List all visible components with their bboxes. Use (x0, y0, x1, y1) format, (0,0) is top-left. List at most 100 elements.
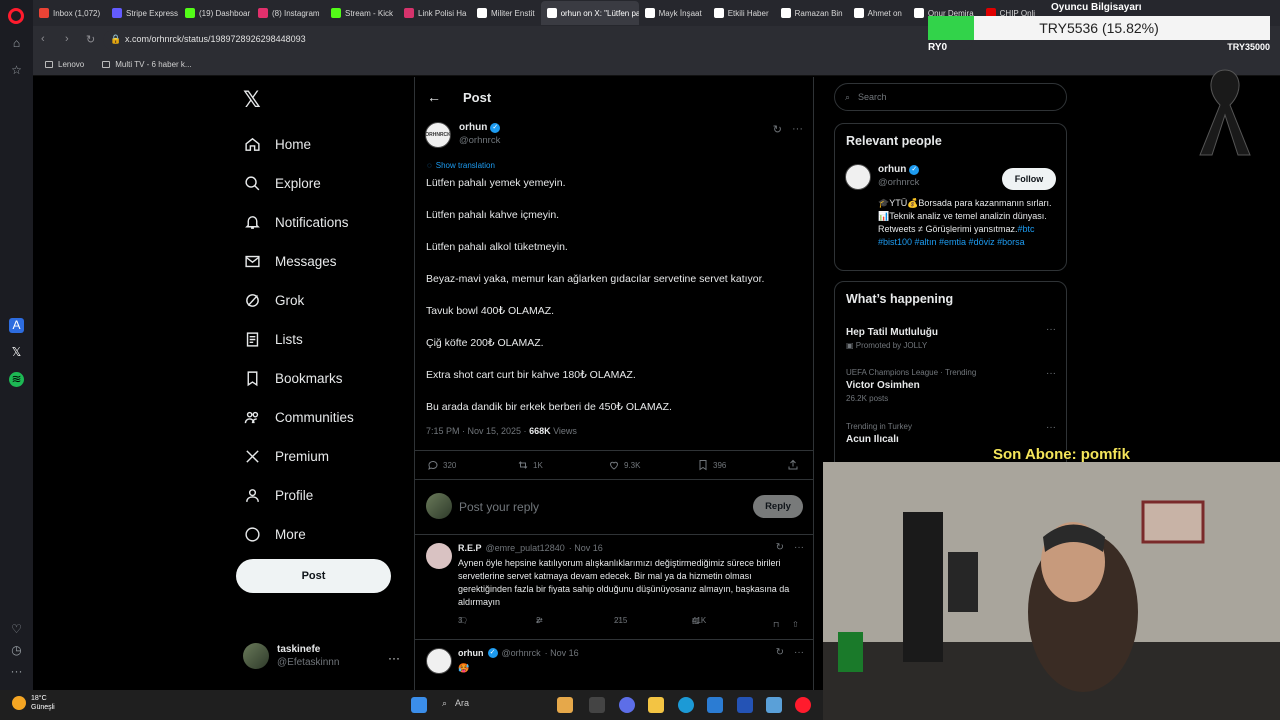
store-icon[interactable] (707, 697, 723, 713)
author-avatar[interactable]: ORHNRCK (425, 122, 451, 148)
tab-4[interactable]: Stream - Kick (325, 1, 398, 25)
reply-item[interactable]: R.E.P @emre_pulat12840 · Nov 16 ↻ ··· Ayn… (415, 535, 814, 640)
bookmark-icon[interactable]: ⊓ (773, 620, 779, 629)
author-handle[interactable]: @orhnrck (459, 135, 500, 146)
author-name[interactable]: orhun (459, 122, 487, 133)
nav-lists[interactable]: Lists (243, 320, 354, 359)
nav-bookmarks[interactable]: Bookmarks (243, 359, 354, 398)
whats-happening-title: What’s happening (846, 292, 954, 306)
avatar[interactable] (845, 164, 871, 190)
nav-communities[interactable]: Communities (243, 398, 354, 437)
account-more-icon[interactable]: ··· (388, 651, 400, 665)
home-icon (243, 136, 261, 154)
post-button[interactable]: Post (236, 559, 391, 593)
opera-logo-icon[interactable] (8, 8, 24, 24)
trend-item[interactable]: UEFA Champions League · Trending Victor … (846, 368, 1056, 403)
bookmark-multitv[interactable]: Multi TV - 6 haber k... (102, 60, 192, 69)
more-icon[interactable]: ··· (1046, 368, 1056, 379)
tab-3[interactable]: (8) Instagram (252, 1, 325, 25)
tab-7[interactable]: orhun on X: "Lütfen pah (540, 1, 639, 25)
avatar[interactable] (426, 648, 452, 674)
like-stat[interactable]: 9.3K (608, 459, 640, 471)
search-icon: ⌕ (845, 91, 851, 102)
more-icon[interactable]: ··· (1046, 422, 1056, 433)
reply-author-name[interactable]: orhun (458, 648, 484, 658)
weather-app-icon[interactable] (766, 697, 782, 713)
reply-author-handle[interactable]: @orhnrck (502, 648, 541, 658)
x-app-icon[interactable]: 𝕏 (9, 345, 24, 360)
outlook-icon[interactable] (737, 697, 753, 713)
reply-item[interactable]: orhun ✓ @orhnrck · Nov 16 ↻ ··· 🥵 (415, 640, 814, 690)
nav-home[interactable]: Home (243, 125, 354, 164)
nav-explore[interactable]: Explore (243, 164, 354, 203)
more-icon[interactable]: ··· (794, 647, 804, 658)
reply-input[interactable]: Post your reply (459, 500, 539, 514)
post-author[interactable]: ORHNRCK orhun ✓ @orhnrck (425, 122, 501, 148)
nav-messages[interactable]: Messages (243, 242, 354, 281)
person-handle[interactable]: @orhnrck (878, 177, 919, 188)
show-translation-link[interactable]: ◌ Show translation (427, 161, 495, 170)
tab-5[interactable]: Link Polisi Ha (398, 1, 471, 25)
url-text[interactable]: x.com/orhnrck/status/1989728926298448093 (125, 34, 306, 44)
explorer-icon[interactable] (648, 697, 664, 713)
grok-icon[interactable]: ↻ (776, 647, 784, 658)
tab-0[interactable]: Inbox (1,072) (33, 1, 106, 25)
more-icon[interactable]: ··· (794, 542, 804, 553)
repost-stat[interactable]: 1K (517, 459, 543, 471)
person-name[interactable]: orhun (878, 164, 906, 175)
bookmark-lenovo[interactable]: Lenovo (45, 60, 84, 69)
tab-8[interactable]: Mayk İnşaat (639, 1, 708, 25)
edge-icon[interactable] (678, 697, 694, 713)
trend-item[interactable]: Trending in Turkey Acun Ilıcalı ··· (846, 422, 1056, 445)
reply-button[interactable]: Reply (753, 495, 803, 518)
nav-grok[interactable]: Grok (243, 281, 354, 320)
appstore-icon[interactable]: A (9, 318, 24, 333)
post-time[interactable]: 7:15 PM · Nov 15, 2025 · (426, 426, 529, 436)
nav-profile[interactable]: Profile (243, 476, 354, 515)
search-input[interactable]: ⌕ Search (834, 83, 1067, 111)
windows-start-icon[interactable] (411, 697, 427, 713)
relevant-person[interactable]: orhun ✓ @orhnrck (845, 164, 920, 190)
more-icon[interactable]: ··· (1046, 324, 1056, 335)
account-switcher[interactable]: taskinefe @Efetaskinnn (243, 643, 339, 669)
follow-button[interactable]: Follow (1002, 168, 1056, 190)
tab-10[interactable]: Ramazan Bin (775, 1, 848, 25)
bookmark-stat[interactable]: 396 (697, 459, 726, 471)
history-icon[interactable]: ◷ (9, 643, 24, 658)
tab-9[interactable]: Etkili Haber (708, 1, 775, 25)
trend-item[interactable]: Hep Tatil Mutluluğu ▣ Promoted by JOLLY … (846, 324, 1056, 350)
tab-2[interactable]: (19) Dashboar (179, 1, 252, 25)
terminal-icon[interactable] (589, 697, 605, 713)
share-stat[interactable] (787, 459, 799, 471)
nav-more[interactable]: More (243, 515, 354, 554)
reply-author-name[interactable]: R.E.P (458, 543, 482, 553)
share-icon[interactable]: ⇧ (792, 620, 799, 629)
nav-premium[interactable]: Premium (243, 437, 354, 476)
copilot-icon[interactable] (619, 697, 635, 713)
reload-icon[interactable]: ↻ (86, 33, 95, 46)
weather-widget[interactable]: 18°C Güneşli (12, 694, 55, 712)
opera-icon[interactable] (795, 697, 811, 713)
game-icon[interactable] (557, 697, 573, 713)
reply-stat[interactable]: 320 (427, 459, 456, 471)
back-nav-icon[interactable]: ‹ (41, 33, 45, 45)
tab-11[interactable]: Ahmet on (848, 1, 908, 25)
tab-label: Stripe Express (126, 8, 179, 18)
avatar[interactable] (426, 543, 452, 569)
heart-icon[interactable]: ♡ (9, 622, 24, 637)
grok-icon[interactable]: ↻ (773, 123, 782, 136)
back-arrow-icon[interactable]: ← (427, 89, 441, 105)
grok-icon[interactable]: ↻ (776, 542, 784, 553)
nav-notifications[interactable]: Notifications (243, 203, 354, 242)
tab-1[interactable]: Stripe Express (106, 1, 179, 25)
star-icon[interactable]: ☆ (9, 63, 24, 78)
forward-nav-icon[interactable]: › (65, 33, 69, 45)
x-logo-icon[interactable]: 𝕏 (243, 87, 261, 113)
spotify-icon[interactable]: ≋ (9, 372, 24, 387)
more-icon[interactable]: ··· (9, 664, 24, 679)
more-icon[interactable]: ··· (792, 123, 803, 136)
reply-author-handle[interactable]: @emre_pulat12840 (486, 543, 565, 553)
tab-6[interactable]: Militer Enstit (471, 1, 541, 25)
home-icon[interactable]: ⌂ (9, 36, 24, 51)
taskbar-search[interactable]: ⌕ Ara (442, 698, 469, 709)
